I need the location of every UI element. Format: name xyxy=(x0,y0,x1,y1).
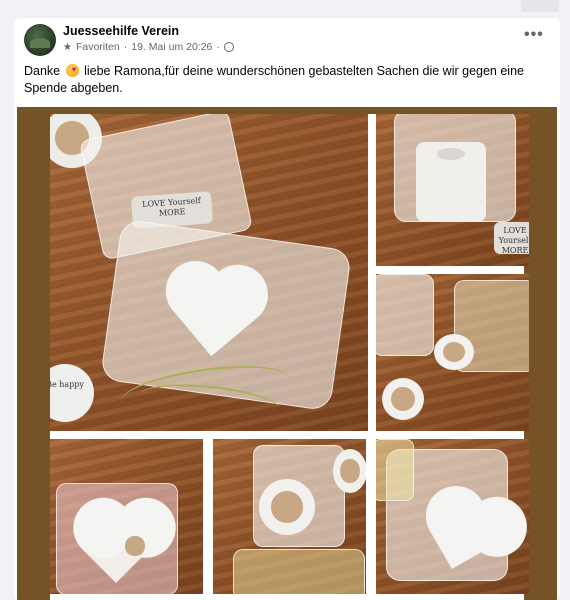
globe-icon xyxy=(223,42,234,52)
post-text-rest: liebe Ramona,für deine wunderschönen geb… xyxy=(24,64,524,95)
post-card: Juesseehilfe Verein ★ Favoriten · 19. Ma… xyxy=(14,18,560,600)
post-timestamp[interactable]: 19. Mai um 20:26 xyxy=(131,41,212,53)
organza-bag-gold xyxy=(233,549,365,594)
post-text: Danke liebe Ramona,für deine wunderschön… xyxy=(24,61,544,97)
meta-separator-2: · xyxy=(216,41,220,53)
more-options-button[interactable]: ••• xyxy=(524,26,544,44)
avatar[interactable] xyxy=(24,24,56,56)
kraft-tag xyxy=(118,529,152,563)
photo-area: LOVE Yourself MORE Be happy LOVE Yoursel… xyxy=(17,107,557,600)
round-cookie xyxy=(382,378,424,420)
post-author[interactable]: Juesseehilfe Verein xyxy=(63,24,179,38)
figure-ornament xyxy=(333,449,366,493)
round-tag-be-happy: Be happy xyxy=(50,364,94,422)
photo-assorted-favors[interactable] xyxy=(376,274,529,431)
audience-label: Favoriten xyxy=(75,41,120,53)
meta-separator: · xyxy=(123,41,128,53)
swan-figure xyxy=(434,334,474,370)
top-button[interactable] xyxy=(521,0,559,12)
post-text-start: Danke xyxy=(24,64,61,78)
organza-bag xyxy=(376,274,434,356)
smiling-face-with-hearts-icon xyxy=(65,61,79,78)
post-meta: ★ Favoriten · 19. Mai um 20:26 · xyxy=(63,41,234,53)
photo-heart-organza-bag[interactable]: LOVE Yourself MORE Be happy xyxy=(50,114,368,431)
photo-flower-bag[interactable] xyxy=(213,439,366,594)
photo-pink-heart-bag[interactable] xyxy=(50,439,203,594)
photo-paw-heart-bag[interactable] xyxy=(376,439,529,594)
star-icon: ★ xyxy=(63,41,72,53)
tag-love-yourself-small: LOVE Yourself MORE xyxy=(494,222,529,255)
toilet-roll-ornament xyxy=(416,142,486,222)
photo-collage: LOVE Yourself MORE Be happy LOVE Yoursel… xyxy=(50,114,529,600)
photo-toilet-roll-bag[interactable]: LOVE Yourself MORE xyxy=(376,114,529,266)
flower-ornament xyxy=(259,479,315,535)
organza-bag-gold xyxy=(376,439,414,501)
top-bar xyxy=(0,0,570,14)
